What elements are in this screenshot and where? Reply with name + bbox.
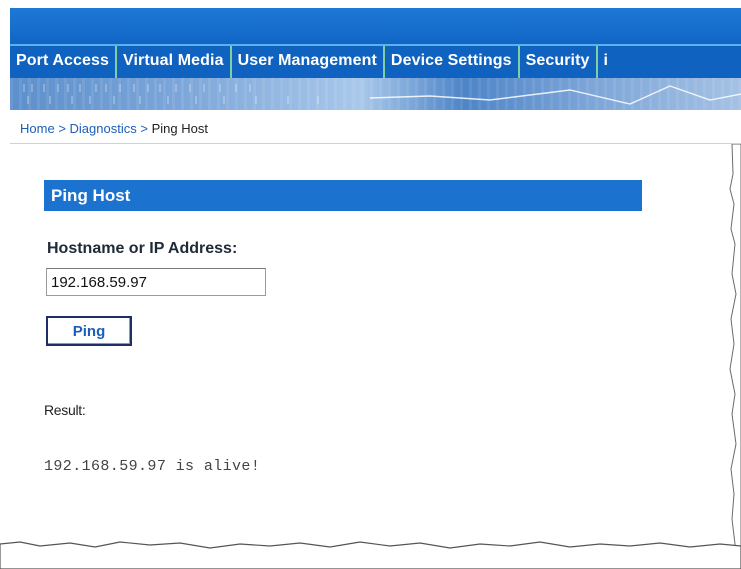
breadcrumb: Home > Diagnostics > Ping Host: [10, 114, 741, 144]
torn-edge-right: [729, 144, 741, 569]
tab-port-access[interactable]: Port Access: [10, 46, 115, 78]
result-label: Result:: [44, 402, 86, 418]
result-output: 192.168.59.97 is alive!: [44, 458, 261, 475]
breadcrumb-current: Ping Host: [151, 121, 208, 136]
tab-virtual-media[interactable]: Virtual Media: [115, 46, 230, 78]
tab-truncated[interactable]: i: [595, 46, 609, 78]
breadcrumb-separator: >: [140, 121, 148, 136]
breadcrumb-separator: >: [58, 121, 66, 136]
main-nav: Port Access Virtual Media User Managemen…: [10, 44, 741, 78]
torn-edge-bottom: [0, 541, 741, 569]
breadcrumb-home-link[interactable]: Home: [20, 121, 55, 136]
main-content: Ping Host Hostname or IP Address: Ping R…: [10, 144, 730, 544]
banner-wave-graphic: [23, 84, 741, 105]
hostname-input[interactable]: [46, 268, 266, 296]
tab-device-settings[interactable]: Device Settings: [382, 46, 518, 78]
section-title: Ping Host: [44, 180, 642, 211]
decorative-banner: [10, 78, 741, 110]
breadcrumb-diagnostics-link[interactable]: Diagnostics: [70, 121, 137, 136]
hostname-field-label: Hostname or IP Address:: [47, 240, 238, 257]
tab-security[interactable]: Security: [517, 46, 596, 78]
tab-user-management[interactable]: User Management: [229, 46, 383, 78]
header-banner: [10, 8, 741, 44]
app-window: Port Access Virtual Media User Managemen…: [0, 0, 741, 569]
ping-button[interactable]: Ping: [46, 316, 132, 346]
